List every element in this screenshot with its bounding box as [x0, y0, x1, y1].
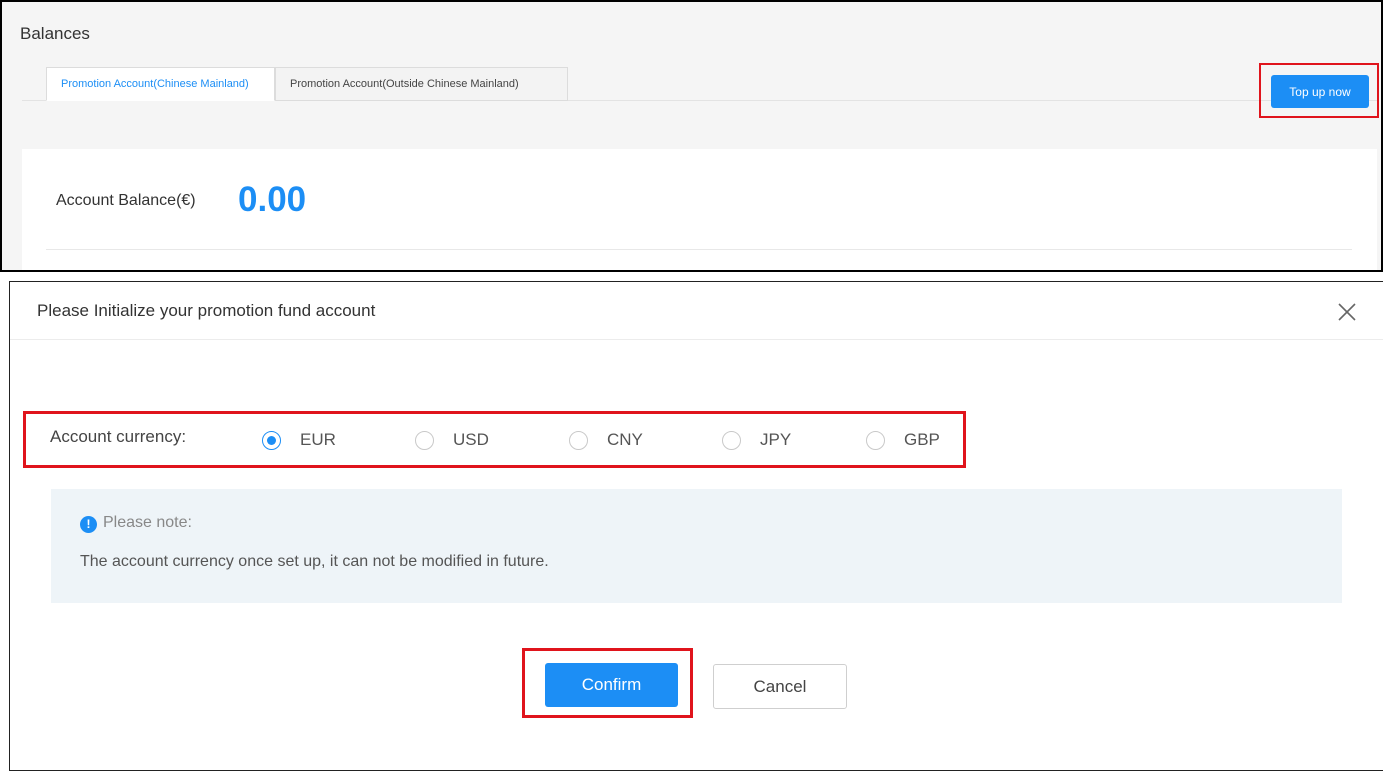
radio-circle: [866, 431, 885, 450]
radio-circle: [262, 431, 281, 450]
confirm-highlight: Confirm: [522, 648, 693, 718]
dialog-title: Please Initialize your promotion fund ac…: [37, 301, 376, 320]
radio-label: USD: [453, 430, 489, 449]
note-box: ! Please note: The account currency once…: [51, 489, 1342, 603]
tab-chinese-mainland[interactable]: Promotion Account(Chinese Mainland): [46, 67, 275, 101]
close-icon[interactable]: [1335, 300, 1359, 324]
radio-label: EUR: [300, 430, 336, 449]
tab-outside-chinese-mainland[interactable]: Promotion Account(Outside Chinese Mainla…: [275, 67, 568, 101]
topup-highlight: Top up now: [1259, 63, 1379, 118]
account-balance-label: Account Balance(€): [56, 192, 196, 209]
radio-label: GBP: [904, 430, 940, 449]
radio-circle: [415, 431, 434, 450]
cancel-button[interactable]: Cancel: [713, 664, 847, 709]
currency-label: Account currency:: [50, 427, 187, 446]
confirm-button[interactable]: Confirm: [545, 663, 678, 707]
info-icon: !: [80, 516, 97, 533]
radio-circle: [722, 431, 741, 450]
note-heading: Please note:: [103, 514, 192, 531]
top-up-now-button[interactable]: Top up now: [1271, 75, 1369, 108]
close-icon-svg: [1338, 303, 1356, 321]
balances-panel: Balances Promotion Account(Chinese Mainl…: [0, 0, 1383, 272]
account-tabs: Promotion Account(Chinese Mainland) Prom…: [22, 67, 1377, 101]
balance-card: Account Balance(€) 0.00: [22, 149, 1377, 270]
note-text: The account currency once set up, it can…: [80, 553, 549, 570]
radio-label: JPY: [760, 430, 792, 449]
init-account-dialog: Please Initialize your promotion fund ac…: [9, 281, 1383, 771]
radio-circle: [569, 431, 588, 450]
divider: [46, 249, 1352, 250]
page-title: Balances: [20, 24, 90, 43]
currency-selector: Account currency: EUR USD CNY JPY GBP: [23, 411, 966, 468]
dialog-header-divider: [10, 339, 1383, 340]
account-balance-value: 0.00: [238, 180, 307, 219]
radio-label: CNY: [607, 430, 643, 449]
